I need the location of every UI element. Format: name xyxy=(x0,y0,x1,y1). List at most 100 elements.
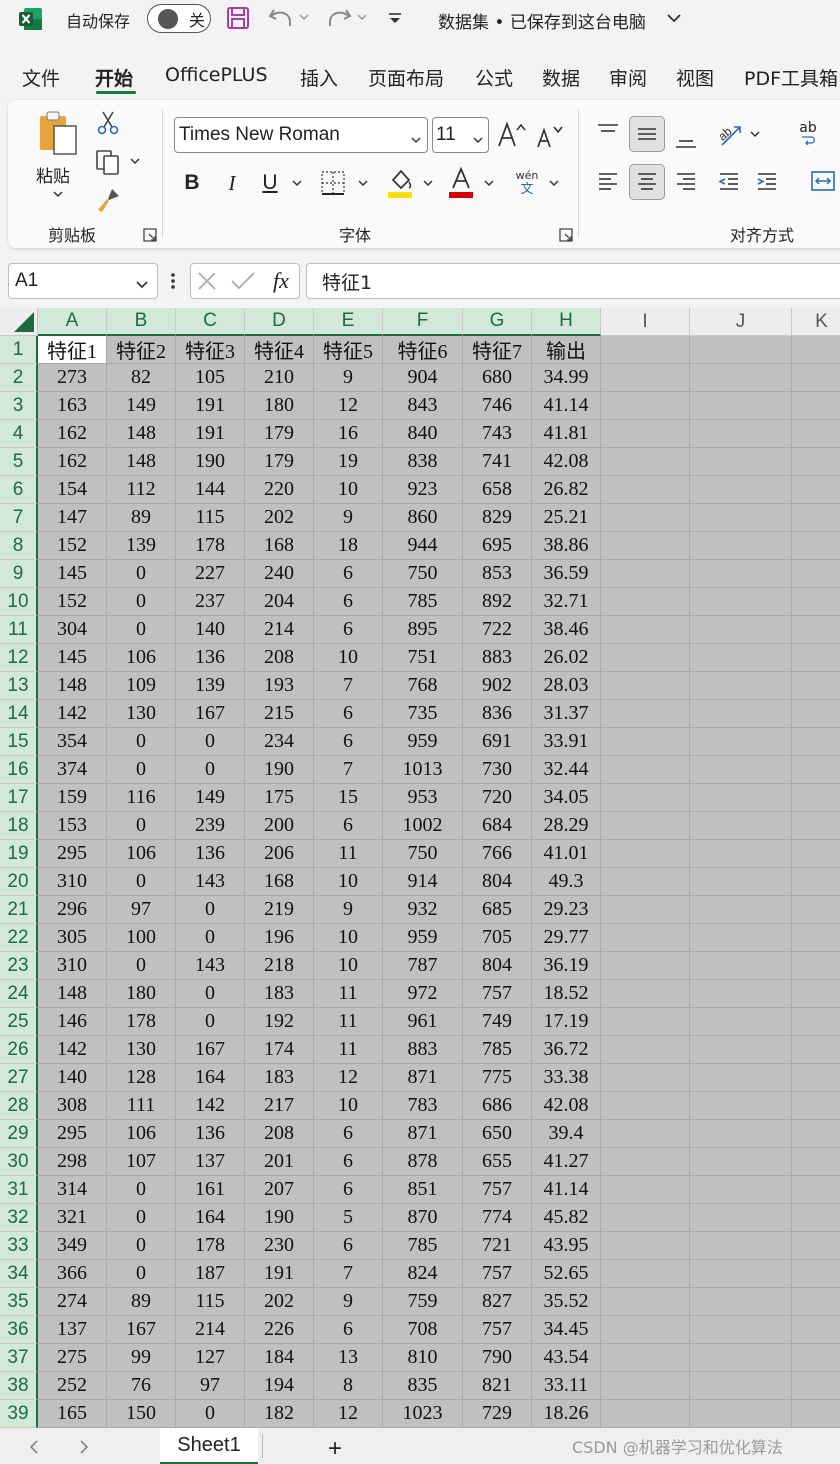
cell-j8[interactable] xyxy=(690,532,792,560)
cell-c10[interactable]: 237 xyxy=(176,588,245,616)
column-header-i[interactable]: I xyxy=(601,308,690,336)
cell-i24[interactable] xyxy=(601,980,690,1008)
cell-g27[interactable]: 775 xyxy=(463,1064,532,1092)
cell-e36[interactable]: 6 xyxy=(314,1316,383,1344)
cell-e12[interactable]: 10 xyxy=(314,644,383,672)
cell-e38[interactable]: 8 xyxy=(314,1372,383,1400)
cell-i7[interactable] xyxy=(601,504,690,532)
cell-b24[interactable]: 180 xyxy=(107,980,176,1008)
cell-h30[interactable]: 41.27 xyxy=(532,1148,601,1176)
cell-g18[interactable]: 684 xyxy=(463,812,532,840)
cell-b15[interactable]: 0 xyxy=(107,728,176,756)
cell-g1[interactable]: 特征7 xyxy=(463,336,532,364)
cell-j4[interactable] xyxy=(690,420,792,448)
cell-a16[interactable]: 374 xyxy=(38,756,107,784)
cell-h10[interactable]: 32.71 xyxy=(532,588,601,616)
cell-k39[interactable] xyxy=(792,1400,840,1428)
cell-g10[interactable]: 892 xyxy=(463,588,532,616)
column-header-k[interactable]: K xyxy=(792,308,840,336)
cell-a33[interactable]: 349 xyxy=(38,1232,107,1260)
row-header-4[interactable]: 4 xyxy=(0,420,38,448)
cell-b33[interactable]: 0 xyxy=(107,1232,176,1260)
cell-h19[interactable]: 41.01 xyxy=(532,840,601,868)
cell-a1[interactable]: 特征1 xyxy=(38,336,107,364)
cell-h22[interactable]: 29.77 xyxy=(532,924,601,952)
cell-f12[interactable]: 751 xyxy=(383,644,463,672)
cancel-icon[interactable] xyxy=(196,270,218,292)
cell-k29[interactable] xyxy=(792,1120,840,1148)
cell-j18[interactable] xyxy=(690,812,792,840)
cell-a26[interactable]: 142 xyxy=(38,1036,107,1064)
italic-icon[interactable]: I xyxy=(218,166,246,200)
cell-a23[interactable]: 310 xyxy=(38,952,107,980)
cell-g9[interactable]: 853 xyxy=(463,560,532,588)
cell-j9[interactable] xyxy=(690,560,792,588)
cell-c19[interactable]: 136 xyxy=(176,840,245,868)
cell-j5[interactable] xyxy=(690,448,792,476)
cell-k8[interactable] xyxy=(792,532,840,560)
cell-i10[interactable] xyxy=(601,588,690,616)
row-header-29[interactable]: 29 xyxy=(0,1120,38,1148)
cell-g39[interactable]: 729 xyxy=(463,1400,532,1428)
cell-b36[interactable]: 167 xyxy=(107,1316,176,1344)
cell-e24[interactable]: 11 xyxy=(314,980,383,1008)
cell-h35[interactable]: 35.52 xyxy=(532,1288,601,1316)
cell-d28[interactable]: 217 xyxy=(245,1092,314,1120)
cell-a15[interactable]: 354 xyxy=(38,728,107,756)
cell-h32[interactable]: 45.82 xyxy=(532,1204,601,1232)
cell-e13[interactable]: 7 xyxy=(314,672,383,700)
save-icon[interactable] xyxy=(226,6,250,30)
cell-h18[interactable]: 28.29 xyxy=(532,812,601,840)
cell-b35[interactable]: 89 xyxy=(107,1288,176,1316)
increase-font-size-icon[interactable] xyxy=(496,120,526,150)
cell-e35[interactable]: 9 xyxy=(314,1288,383,1316)
cell-f8[interactable]: 944 xyxy=(383,532,463,560)
cell-j3[interactable] xyxy=(690,392,792,420)
cell-g6[interactable]: 658 xyxy=(463,476,532,504)
cell-k17[interactable] xyxy=(792,784,840,812)
orientation-icon[interactable]: ab xyxy=(711,116,747,152)
cell-c15[interactable]: 0 xyxy=(176,728,245,756)
cell-c36[interactable]: 214 xyxy=(176,1316,245,1344)
cell-g30[interactable]: 655 xyxy=(463,1148,532,1176)
cell-d32[interactable]: 190 xyxy=(245,1204,314,1232)
chevron-right-icon[interactable] xyxy=(76,1438,92,1456)
cell-f30[interactable]: 878 xyxy=(383,1148,463,1176)
cell-h7[interactable]: 25.21 xyxy=(532,504,601,532)
cell-c34[interactable]: 187 xyxy=(176,1260,245,1288)
cell-j22[interactable] xyxy=(690,924,792,952)
cell-i27[interactable] xyxy=(601,1064,690,1092)
row-header-21[interactable]: 21 xyxy=(0,896,38,924)
cell-e11[interactable]: 6 xyxy=(314,616,383,644)
cell-e28[interactable]: 10 xyxy=(314,1092,383,1120)
row-header-33[interactable]: 33 xyxy=(0,1232,38,1260)
cell-e15[interactable]: 6 xyxy=(314,728,383,756)
cell-k13[interactable] xyxy=(792,672,840,700)
row-header-14[interactable]: 14 xyxy=(0,700,38,728)
cell-d26[interactable]: 174 xyxy=(245,1036,314,1064)
cell-k25[interactable] xyxy=(792,1008,840,1036)
cell-c17[interactable]: 149 xyxy=(176,784,245,812)
chevron-down-icon[interactable] xyxy=(129,155,141,167)
cell-c7[interactable]: 115 xyxy=(176,504,245,532)
cell-k15[interactable] xyxy=(792,728,840,756)
cell-c5[interactable]: 190 xyxy=(176,448,245,476)
cell-k21[interactable] xyxy=(792,896,840,924)
cell-e19[interactable]: 11 xyxy=(314,840,383,868)
cell-k22[interactable] xyxy=(792,924,840,952)
cell-h8[interactable]: 38.86 xyxy=(532,532,601,560)
cell-i12[interactable] xyxy=(601,644,690,672)
cell-i21[interactable] xyxy=(601,896,690,924)
cell-f17[interactable]: 953 xyxy=(383,784,463,812)
cell-a7[interactable]: 147 xyxy=(38,504,107,532)
row-header-39[interactable]: 39 xyxy=(0,1400,38,1428)
cell-i29[interactable] xyxy=(601,1120,690,1148)
cell-a4[interactable]: 162 xyxy=(38,420,107,448)
row-header-16[interactable]: 16 xyxy=(0,756,38,784)
cell-b5[interactable]: 148 xyxy=(107,448,176,476)
cell-e4[interactable]: 16 xyxy=(314,420,383,448)
cell-f20[interactable]: 914 xyxy=(383,868,463,896)
cell-g37[interactable]: 790 xyxy=(463,1344,532,1372)
cell-k34[interactable] xyxy=(792,1260,840,1288)
bold-icon[interactable]: B xyxy=(178,166,206,200)
